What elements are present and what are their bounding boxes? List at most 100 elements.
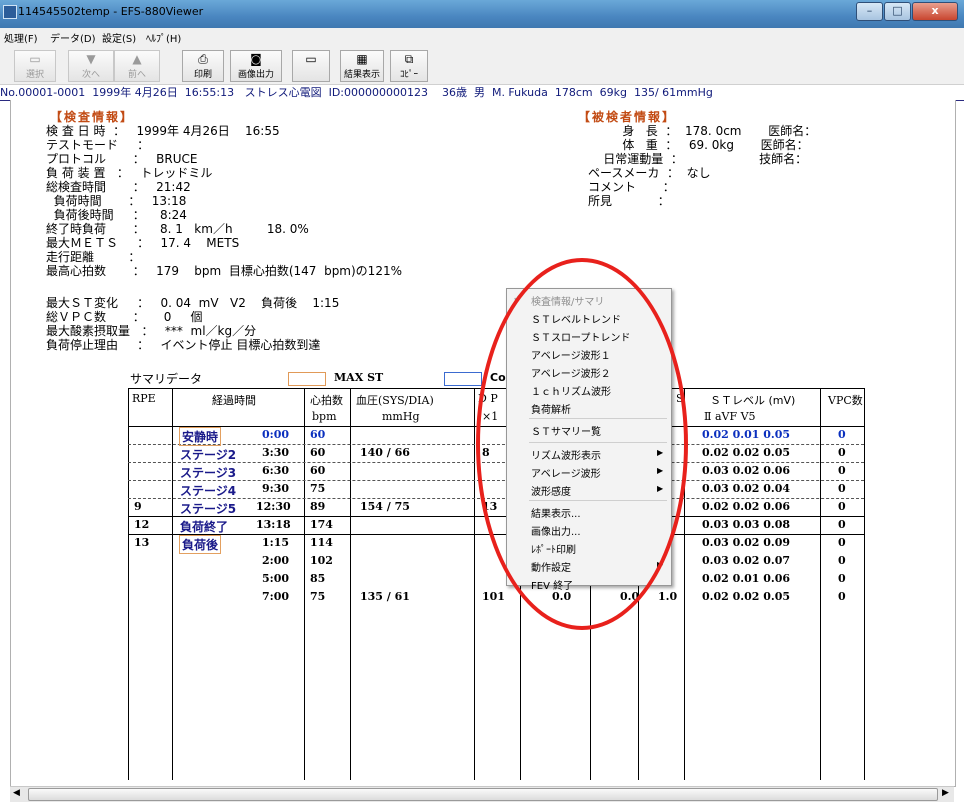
- context-menu-item[interactable]: 結果表示...: [531, 505, 581, 520]
- cell-heart-rate: 102: [310, 554, 333, 567]
- prev-label: 前へ: [127, 70, 146, 80]
- subject-info-row: コメント ：: [588, 180, 675, 194]
- result-display-button[interactable]: ▦ 結果表示: [340, 50, 384, 82]
- window-view-button[interactable]: ▭: [292, 50, 330, 82]
- table-column-line: [474, 388, 475, 780]
- menu-separator: [529, 500, 667, 501]
- context-menu-item[interactable]: ﾚﾎﾟｰﾄ印刷: [531, 541, 576, 556]
- exam-info-row: 総検査時間 ： 21:42: [46, 180, 191, 194]
- table-column-line: [128, 388, 129, 780]
- arrow-down-icon: ▼: [86, 52, 96, 66]
- cell-stage: 負荷後: [178, 535, 222, 554]
- header-blood-pressure: 血圧(SYS/DIA): [356, 394, 434, 407]
- exam-info-row: テストモード ：: [46, 138, 150, 152]
- horizontal-scrollbar[interactable]: ◀ ▶: [10, 786, 954, 802]
- cell-col7: 1.0: [658, 590, 678, 603]
- minimize-button[interactable]: –: [856, 2, 883, 21]
- cell-rpe: 9: [134, 500, 142, 513]
- subject-info-block: 身 長 ： 178. 0cm 医師名： 体 重 ： 69. 0kg 医師名： 日…: [588, 124, 816, 208]
- table-column-line: [350, 388, 351, 780]
- subject-info-row: 所見 ：: [588, 194, 670, 208]
- table-column-line: [820, 388, 821, 780]
- exam-info-row: 最大ＳＴ変化 ： 0. 04 mV V2 負荷後 1:15: [46, 296, 340, 310]
- submenu-arrow-icon: ▶: [657, 484, 664, 493]
- table-row-dash: [128, 462, 864, 463]
- cell-st-level: 0.03 0.02 0.06: [702, 464, 791, 477]
- context-menu-item[interactable]: アベレージ波形１: [531, 347, 611, 362]
- cell-heart-rate: 60: [310, 428, 326, 441]
- context-menu-item[interactable]: ＳＴスロープトレンド: [531, 329, 630, 344]
- cell-heart-rate: 174: [310, 518, 333, 531]
- print-button[interactable]: ⎙ 印刷: [182, 50, 224, 82]
- scroll-right-icon[interactable]: ▶: [942, 788, 949, 798]
- context-menu-item[interactable]: アベレージ波形２: [531, 365, 611, 380]
- table-row-line: [128, 516, 864, 517]
- cell-col6: 0.0: [620, 590, 640, 603]
- menu-help[interactable]: ﾍﾙﾌﾟ(H): [146, 30, 181, 45]
- cell-st-level: 0.02 0.02 0.05: [702, 446, 791, 459]
- image-output-button[interactable]: ◙ 画像出力: [230, 50, 282, 82]
- context-menu-item[interactable]: 動作設定: [531, 559, 571, 574]
- subject-info-row: ペースメーカ ： なし: [588, 166, 711, 180]
- context-menu-item[interactable]: ＳＴサマリー覧: [531, 423, 601, 438]
- patient-header-line: No.00001-0001 1999年 4月26日 16:55:13 ストレス心…: [0, 84, 964, 101]
- table-header-border: [128, 426, 864, 427]
- cell-vpc: 0: [838, 572, 846, 585]
- scroll-thumb[interactable]: [28, 788, 938, 801]
- menu-data[interactable]: データ(D): [50, 30, 96, 45]
- select-button[interactable]: ▭ 選択: [14, 50, 56, 82]
- cell-heart-rate: 114: [310, 536, 333, 549]
- context-menu-item[interactable]: リズム波形表示: [531, 447, 601, 462]
- menu-process[interactable]: 処理(F): [4, 30, 38, 45]
- context-menu-item[interactable]: 負荷解析: [531, 401, 571, 416]
- table-top-border: [128, 388, 864, 389]
- table-column-line: [684, 388, 685, 780]
- menu-settings[interactable]: 設定(S): [102, 30, 136, 45]
- copy-icon: ⧉: [404, 52, 414, 66]
- header-col7: S: [676, 392, 684, 405]
- close-button[interactable]: x: [912, 2, 958, 21]
- exam-info-row: 総ＶＰＣ数 ： 0 個: [46, 310, 203, 324]
- exam-info-block-2: 最大ＳＴ変化 ： 0. 04 mV V2 負荷後 1:15 総ＶＰＣ数 ： 0 …: [46, 296, 339, 352]
- context-menu-item[interactable]: １ｃｈリズム波形: [531, 383, 611, 398]
- arrow-up-icon: ▲: [132, 52, 142, 66]
- context-menu-item[interactable]: ＳＴレベルトレンド: [531, 311, 621, 326]
- cell-st-level: 0.02 0.02 0.05: [702, 590, 791, 603]
- cell-st-level: 0.02 0.01 0.06: [702, 572, 791, 585]
- prev-button[interactable]: ▲ 前へ: [114, 50, 160, 82]
- context-menu-item[interactable]: FEV 終了: [531, 577, 573, 592]
- table-icon: ▦: [356, 52, 368, 66]
- context-menu-item[interactable]: アベレージ波形: [531, 465, 601, 480]
- cell-heart-rate: 85: [310, 572, 326, 585]
- context-menu-item[interactable]: 波形感度: [531, 483, 571, 498]
- summary-label: サマリデータ: [130, 372, 203, 386]
- copy-button[interactable]: ⧉ ｺﾋﾟｰ: [390, 50, 428, 82]
- maximize-button[interactable]: □: [884, 2, 911, 21]
- cell-vpc: 0: [838, 446, 846, 459]
- exam-info-row: 最大ＭＥＴＳ ： 17. 4 METS: [46, 236, 240, 250]
- table-row-line: [128, 534, 864, 535]
- context-menu: 検査情報/サマリ ✓ ＳＴレベルトレンド ＳＴスロープトレンド アベレージ波形１ アベレー…: [506, 288, 672, 592]
- exam-info-row: 検 査 日 時 ： 1999年 4月26日 16:55: [46, 124, 280, 138]
- cell-dp: 101: [482, 590, 505, 603]
- select-label: 選択: [25, 70, 44, 80]
- next-button[interactable]: ▼ 次へ: [68, 50, 114, 82]
- legend-max-swatch: [288, 372, 326, 386]
- cell-vpc: 0: [838, 464, 846, 477]
- cell-stage: 負荷終了: [180, 520, 229, 534]
- cell-blood-pressure: 140 / 66: [360, 446, 410, 459]
- cell-vpc: 0: [838, 536, 846, 549]
- exam-info-row: 最高心拍数 ： 179 bpm 目標心拍数(147 bpm)の121%: [46, 264, 402, 278]
- cell-time: 0:00: [262, 428, 290, 441]
- context-menu-item[interactable]: 画像出力...: [531, 523, 581, 538]
- title-bar: 114545502temp - EFS-880Viewer – □ x: [0, 0, 964, 28]
- cell-blood-pressure: 135 / 61: [360, 590, 410, 603]
- legend-max-label: MAX ST: [334, 371, 384, 384]
- scroll-left-icon[interactable]: ◀: [13, 788, 20, 798]
- submenu-arrow-icon: ▶: [657, 448, 664, 457]
- copy-label: ｺﾋﾟｰ: [399, 70, 418, 80]
- cell-time: 5:00: [262, 572, 290, 585]
- cell-dp: 8: [482, 446, 490, 459]
- cell-vpc: 0: [838, 554, 846, 567]
- cell-time: 3:30: [262, 446, 290, 459]
